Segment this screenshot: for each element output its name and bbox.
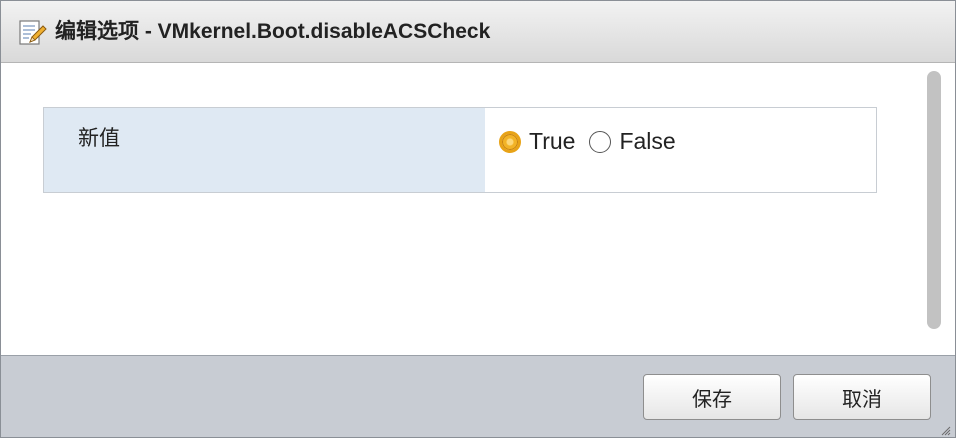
radio-false-label: False	[619, 128, 676, 154]
radio-false-indicator[interactable]	[589, 130, 612, 153]
save-button[interactable]: 保存	[643, 374, 781, 420]
resize-grip-icon[interactable]	[941, 423, 951, 436]
radio-option-false[interactable]: False	[589, 128, 676, 155]
cancel-button[interactable]: 取消	[793, 374, 931, 420]
new-value-field: True False	[485, 108, 876, 192]
edit-document-icon	[17, 18, 47, 48]
edit-option-dialog: 编辑选项 - VMkernel.Boot.disableACSCheck 新值 …	[0, 0, 956, 438]
radio-true-label: True	[529, 128, 576, 154]
radio-true-indicator[interactable]	[499, 130, 521, 153]
dialog-title: 编辑选项 - VMkernel.Boot.disableACSCheck	[55, 20, 491, 43]
vertical-scrollbar[interactable]	[927, 71, 941, 329]
new-value-label: 新值	[44, 108, 485, 192]
dialog-footer: 保存 取消	[1, 355, 955, 437]
dialog-content: 新值 True False	[1, 63, 955, 355]
radio-option-true[interactable]: True	[499, 128, 575, 155]
dialog-titlebar[interactable]: 编辑选项 - VMkernel.Boot.disableACSCheck	[1, 1, 955, 63]
option-form-table: 新值 True False	[43, 107, 877, 193]
